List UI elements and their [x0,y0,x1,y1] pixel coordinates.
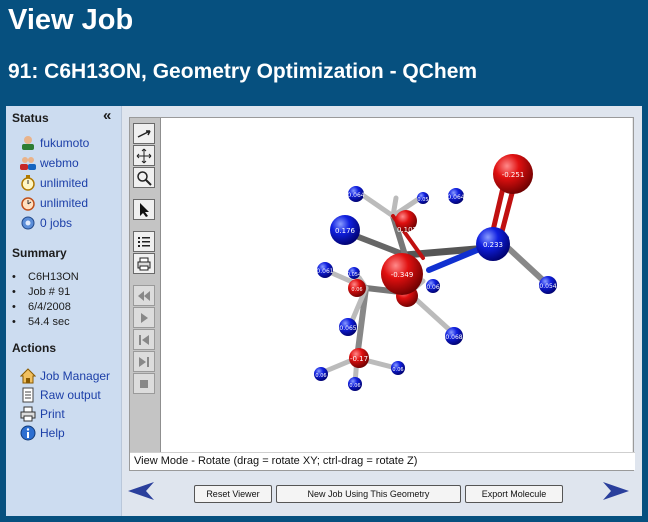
status-cpu-limit-label: unlimited [40,196,89,210]
summary-date: 6/4/2008 [12,300,79,315]
step-back-button[interactable] [133,329,155,350]
bond [503,243,549,286]
summary-list: C6H13ON Job # 91 6/4/2008 54.4 sec [12,270,79,330]
rewind-icon [138,290,150,301]
step-forward-icon [139,356,149,367]
magnifier-icon [137,170,152,186]
status-user-label: fukumoto [40,136,90,150]
charge-label: 0.068 [445,334,462,341]
printer-icon [137,257,151,270]
arrow-right-icon [603,482,629,500]
step-forward-button[interactable] [133,351,155,372]
translate-mode-button[interactable] [133,145,155,166]
jobs-icon [20,215,36,231]
zoom-mode-button[interactable] [133,167,155,188]
status-heading: Status [12,111,49,125]
step-back-icon [139,334,149,345]
first-frame-button[interactable] [133,285,155,306]
arrow-left-icon [128,482,154,500]
status-time-limit[interactable]: unlimited [20,174,88,192]
status-jobs[interactable]: 0 jobs [20,214,72,232]
charge-label: 0.06 [426,284,440,291]
charge-label: 0.176 [335,227,356,235]
home-icon [19,368,37,384]
stop-button[interactable] [133,373,155,394]
previous-arrow-button[interactable] [126,480,156,502]
molecule-canvas[interactable]: -0.251 0.233 -0.349 0.176 0.107 -0.17 0.… [161,118,632,452]
export-molecule-button[interactable]: Export Molecule [465,485,563,503]
print-link[interactable]: Print [20,405,65,423]
viewer-toolbar [130,118,161,452]
page-subtitle: 91: C6H13ON, Geometry Optimization - QCh… [8,60,478,83]
clock-icon [20,195,36,211]
reset-viewer-button[interactable]: Reset Viewer [194,485,272,503]
molecule-viewer: -0.251 0.233 -0.349 0.176 0.107 -0.17 0.… [129,117,635,471]
charge-label: 0.06 [351,287,362,293]
printer-icon [20,406,36,422]
viewer-status-bar: View Mode - Rotate (drag = rotate XY; ct… [130,452,635,470]
charge-label: 0.065 [339,325,356,332]
info-icon [20,425,36,441]
next-arrow-button[interactable] [601,480,631,502]
job-manager-label: Job Manager [40,369,111,383]
help-link[interactable]: Help [20,424,65,442]
status-jobs-label: 0 jobs [40,216,73,230]
play-icon [141,312,148,323]
collapse-sidebar-icon[interactable]: « [103,107,111,124]
list-button[interactable] [133,231,155,252]
page-title: View Job [8,4,134,36]
summary-duration: 54.4 sec [12,315,79,330]
summary-formula: C6H13ON [12,270,79,285]
charge-label: -0.17 [350,355,368,363]
summary-job-number: Job # 91 [12,285,79,300]
status-cpu-limit[interactable]: unlimited [20,194,88,212]
charge-label: 0.064 [447,194,464,201]
timer-icon [20,175,36,191]
actions-heading: Actions [12,341,57,355]
print-label: Print [40,407,65,421]
raw-output-label: Raw output [40,388,101,402]
group-icon [20,155,36,171]
charge-label: -0.349 [391,271,414,279]
charge-label: 0.05 [417,197,428,203]
play-button[interactable] [133,307,155,328]
rotate-mode-button[interactable] [133,123,155,144]
charge-label: 0.06 [315,373,326,379]
charge-label: 0.064 [347,192,364,199]
user-icon [20,135,36,151]
bond [358,191,396,219]
raw-output-link[interactable]: Raw output [20,386,101,404]
help-label: Help [40,426,65,440]
print-viewer-button[interactable] [133,253,155,274]
charge-label: 0.054 [347,272,361,278]
new-job-geometry-button[interactable]: New Job Using This Geometry [276,485,461,503]
move-icon [136,148,152,163]
charge-label: 0.06 [349,383,360,389]
pointer-icon [140,202,149,217]
charge-label: 0.233 [483,241,503,249]
charge-label: -0.251 [502,171,525,179]
document-icon [20,387,36,403]
charge-label: 0.061 [316,268,333,275]
status-group-label: webmo [40,156,79,170]
content-panel: « Status fukumoto webmo unlimited unlimi… [6,106,642,516]
status-time-limit-label: unlimited [40,176,89,190]
rotate-icon [137,129,151,138]
charge-label: 0.054 [539,283,556,290]
status-user[interactable]: fukumoto [20,134,89,152]
summary-heading: Summary [12,246,67,260]
select-mode-button[interactable] [133,199,155,220]
charge-label: 0.107 [397,226,417,234]
status-group[interactable]: webmo [20,154,79,172]
molecule-structure: -0.251 0.233 -0.349 0.176 0.107 -0.17 0.… [314,154,557,391]
stop-icon [140,379,148,388]
list-icon [138,236,150,247]
sidebar: « Status fukumoto webmo unlimited unlimi… [6,106,122,516]
charge-label: 0.06 [392,367,403,373]
job-manager-link[interactable]: Job Manager [19,367,111,385]
